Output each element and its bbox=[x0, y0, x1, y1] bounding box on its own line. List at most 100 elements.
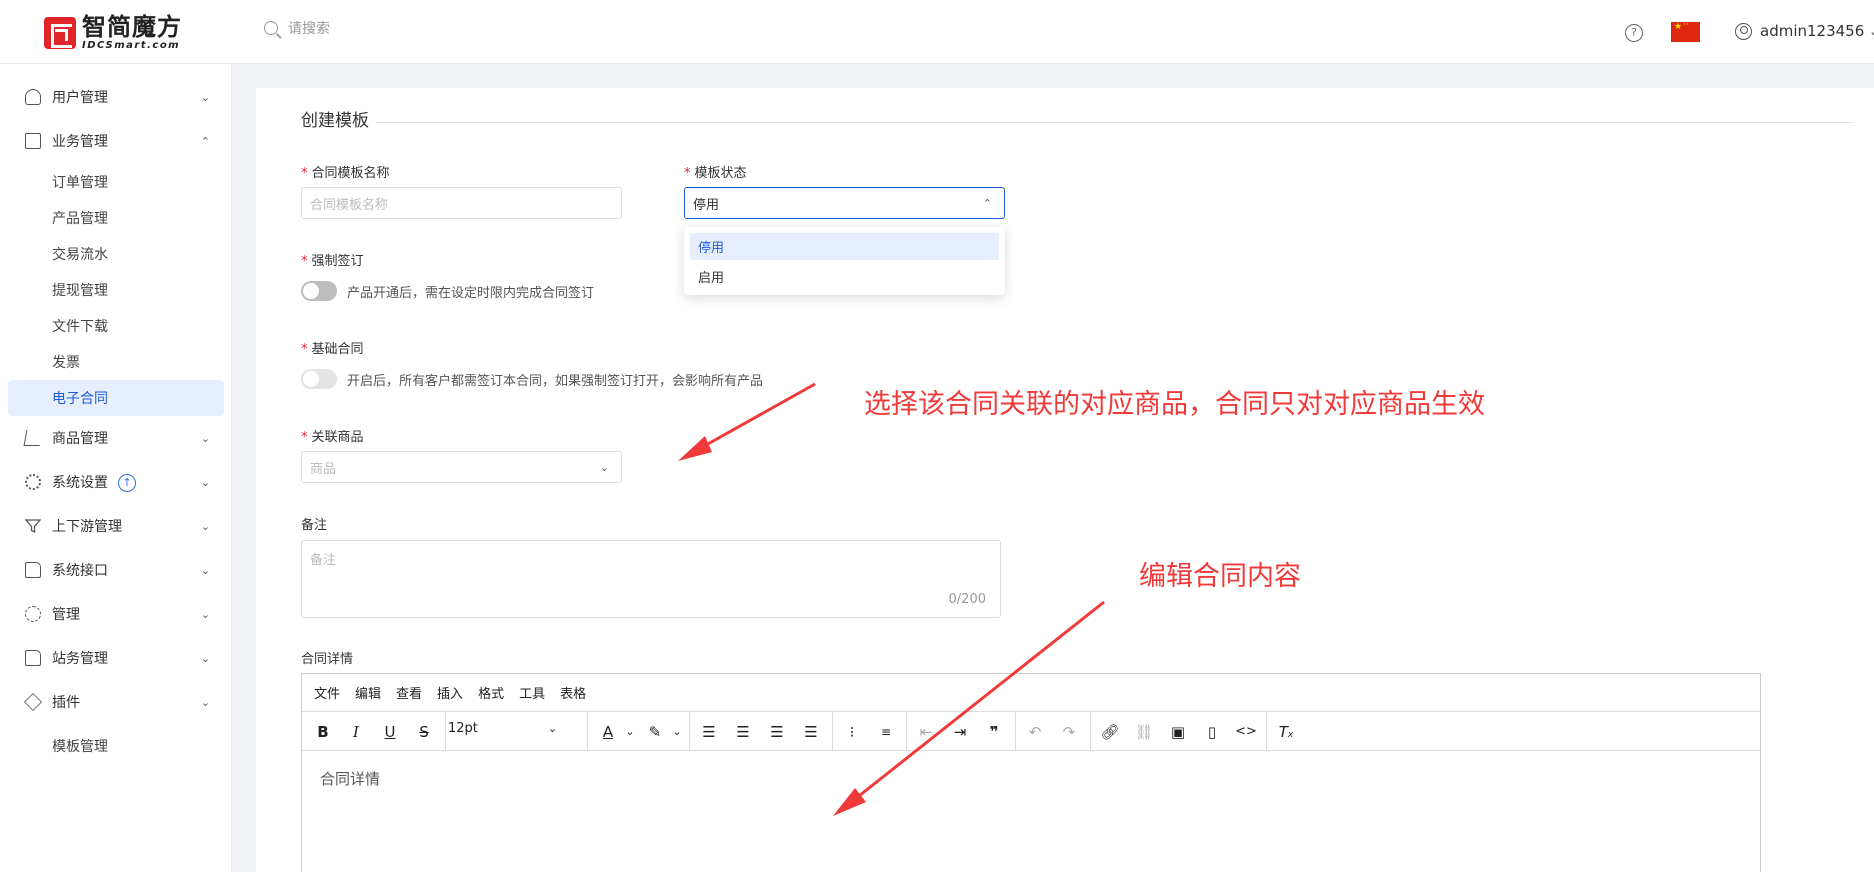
font-size-select[interactable]: 12pt ⌄ bbox=[448, 721, 557, 736]
highlight-icon[interactable]: ✎ bbox=[644, 721, 666, 743]
image-icon[interactable]: ▣ bbox=[1167, 721, 1189, 743]
base-contract-toggle[interactable] bbox=[301, 369, 337, 389]
sidebar-item-system-interfaces[interactable]: 系统接口 ⌄ bbox=[0, 552, 232, 588]
chevron-down-icon[interactable]: ⌄ bbox=[619, 721, 641, 743]
editor-body[interactable]: 合同详情 bbox=[320, 768, 380, 789]
unlink-icon[interactable]: ⛓︎ bbox=[1133, 721, 1155, 743]
italic-icon[interactable]: I bbox=[345, 721, 367, 743]
sidebar-subitem-transactions[interactable]: 交易流水 bbox=[0, 236, 232, 272]
clear-format-icon[interactable]: Tx bbox=[1275, 721, 1297, 743]
outdent-icon[interactable]: ⇤ bbox=[915, 721, 937, 743]
redo-icon[interactable]: ↷ bbox=[1058, 721, 1080, 743]
sidebar-subitem-withdrawals[interactable]: 提现管理 bbox=[0, 272, 232, 308]
sidebar-subitem-downloads[interactable]: 文件下载 bbox=[0, 308, 232, 344]
bullet-list-icon[interactable]: ⁝ bbox=[841, 721, 863, 743]
sidebar-item-user-management[interactable]: 用户管理 ⌄ bbox=[0, 79, 232, 115]
sidebar-item-management[interactable]: 管理 ⌄ bbox=[0, 596, 232, 632]
sidebar-item-system-settings[interactable]: 系统设置 ↑ ⌄ bbox=[0, 464, 232, 500]
chevron-down-icon: ⌄ bbox=[200, 519, 210, 533]
editor-toolbar: B I U S 12pt ⌄ A ⌄ ✎ ⌄ ☰ ☰ ☰ ☰ ⁝ ≡ ⇤ ⇥ ❞ … bbox=[302, 712, 1760, 751]
base-contract-hint: 开启后，所有客户都需签订本合同，如果强制签订打开，会影响所有产品 bbox=[347, 374, 764, 389]
cart-icon bbox=[23, 430, 43, 446]
align-center-icon[interactable]: ☰ bbox=[732, 721, 754, 743]
sidebar-item-label: 系统接口 bbox=[52, 563, 108, 579]
status-option-disabled[interactable]: 停用 bbox=[690, 233, 999, 260]
force-sign-toggle[interactable] bbox=[301, 281, 337, 301]
sidebar-item-site-management[interactable]: 站务管理 ⌄ bbox=[0, 640, 232, 676]
text-color-icon[interactable]: A bbox=[597, 721, 619, 743]
name-label: * 合同模板名称 bbox=[301, 166, 390, 181]
note-textarea[interactable]: 备注 0/200 bbox=[301, 540, 1001, 618]
sidebar-item-label: 系统设置 bbox=[52, 475, 108, 491]
sidebar-subitem-orders[interactable]: 订单管理 bbox=[0, 164, 232, 200]
sidebar-item-label: 业务管理 bbox=[52, 134, 108, 150]
chevron-down-icon: ⌄ bbox=[200, 695, 210, 709]
sidebar-item-upstream-downstream[interactable]: 上下游管理 ⌄ bbox=[0, 508, 232, 544]
main-content: 创建模板 * 合同模板名称 合同模板名称 * 模板状态 停用 ⌃ 停用 启用 * 强制… bbox=[256, 88, 1874, 872]
menu-edit[interactable]: 编辑 bbox=[355, 683, 381, 702]
strikethrough-icon[interactable]: S bbox=[413, 721, 435, 743]
chevron-down-icon: ⌄ bbox=[200, 90, 210, 104]
sidebar-item-business-management[interactable]: 业务管理 ⌃ bbox=[0, 123, 232, 159]
menu-view[interactable]: 查看 bbox=[396, 683, 422, 702]
note-counter: 0/200 bbox=[948, 592, 986, 607]
sidebar-subitem-invoices[interactable]: 发票 bbox=[0, 344, 232, 380]
logo-mark-icon bbox=[44, 16, 76, 49]
sidebar-subitem-e-contract[interactable]: 电子合同 bbox=[8, 380, 224, 416]
user-menu[interactable]: admin123456 ⌄ bbox=[1735, 22, 1874, 40]
template-name-input[interactable]: 合同模板名称 bbox=[301, 187, 622, 219]
status-select[interactable]: 停用 ⌃ bbox=[684, 187, 1005, 219]
global-search bbox=[264, 20, 488, 36]
menu-table[interactable]: 表格 bbox=[560, 683, 586, 702]
chevron-down-icon: ⌄ bbox=[1869, 24, 1874, 38]
chevron-down-icon: ⌄ bbox=[200, 431, 210, 445]
menu-format[interactable]: 格式 bbox=[478, 683, 504, 702]
menu-insert[interactable]: 插入 bbox=[437, 683, 463, 702]
align-justify-icon[interactable]: ☰ bbox=[800, 721, 822, 743]
chevron-down-icon: ⌄ bbox=[200, 475, 210, 489]
product-select[interactable]: 商品 ⌄ bbox=[301, 451, 622, 483]
sidebar-subitem-template-management[interactable]: 模板管理 bbox=[0, 728, 232, 764]
undo-icon[interactable]: ↶ bbox=[1024, 721, 1046, 743]
sidebar-item-plugins[interactable]: 插件 ⌄ bbox=[0, 684, 232, 720]
status-option-enabled[interactable]: 启用 bbox=[690, 263, 999, 290]
bold-icon[interactable]: B bbox=[312, 721, 334, 743]
numbered-list-icon[interactable]: ≡ bbox=[875, 721, 897, 743]
rich-text-editor: 文件 编辑 查看 插入 格式 工具 表格 B I U S 12pt ⌄ A ⌄ ✎… bbox=[301, 673, 1761, 872]
upgrade-icon[interactable]: ↑ bbox=[118, 474, 136, 492]
link-icon[interactable]: 🔗︎ bbox=[1099, 721, 1121, 743]
chevron-down-icon[interactable]: ⌄ bbox=[666, 721, 688, 743]
sidebar-subitem-products[interactable]: 产品管理 bbox=[0, 200, 232, 236]
product-label: * 关联商品 bbox=[301, 430, 364, 445]
sidebar-item-label: 站务管理 bbox=[52, 651, 108, 667]
chevron-down-icon: ⌄ bbox=[200, 607, 210, 621]
chevron-up-icon: ⌃ bbox=[982, 196, 992, 210]
sidebar-item-label: 商品管理 bbox=[52, 431, 108, 447]
search-icon[interactable] bbox=[264, 21, 278, 35]
spark-icon bbox=[25, 606, 41, 622]
indent-icon[interactable]: ⇥ bbox=[949, 721, 971, 743]
sidebar-item-goods-management[interactable]: 商品管理 ⌄ bbox=[0, 420, 232, 456]
page-title: 创建模板 bbox=[301, 111, 369, 131]
filter-icon bbox=[25, 518, 41, 534]
force-sign-hint: 产品开通后，需在设定时限内完成合同签订 bbox=[347, 286, 595, 301]
document-icon bbox=[25, 133, 41, 149]
align-left-icon[interactable]: ☰ bbox=[698, 721, 720, 743]
chevron-up-icon: ⌃ bbox=[200, 134, 210, 148]
underline-icon[interactable]: U bbox=[379, 721, 401, 743]
sidebar-item-label: 上下游管理 bbox=[52, 519, 122, 535]
status-dropdown: 停用 启用 bbox=[684, 227, 1005, 295]
align-right-icon[interactable]: ☰ bbox=[766, 721, 788, 743]
blockquote-icon[interactable]: ❞ bbox=[983, 721, 1005, 743]
brand-name: 智简魔方 bbox=[82, 13, 182, 41]
search-input[interactable] bbox=[288, 20, 488, 36]
menu-file[interactable]: 文件 bbox=[314, 683, 340, 702]
box-icon bbox=[23, 692, 43, 712]
brand-logo[interactable]: 智简魔方 IDCSmart.com bbox=[44, 14, 182, 51]
detail-label: 合同详情 bbox=[301, 652, 354, 667]
menu-tools[interactable]: 工具 bbox=[519, 683, 545, 702]
code-icon[interactable]: <> bbox=[1235, 721, 1257, 743]
china-flag-icon[interactable] bbox=[1671, 20, 1700, 42]
help-icon[interactable]: ? bbox=[1625, 24, 1643, 42]
file-icon[interactable]: ▯ bbox=[1201, 721, 1223, 743]
